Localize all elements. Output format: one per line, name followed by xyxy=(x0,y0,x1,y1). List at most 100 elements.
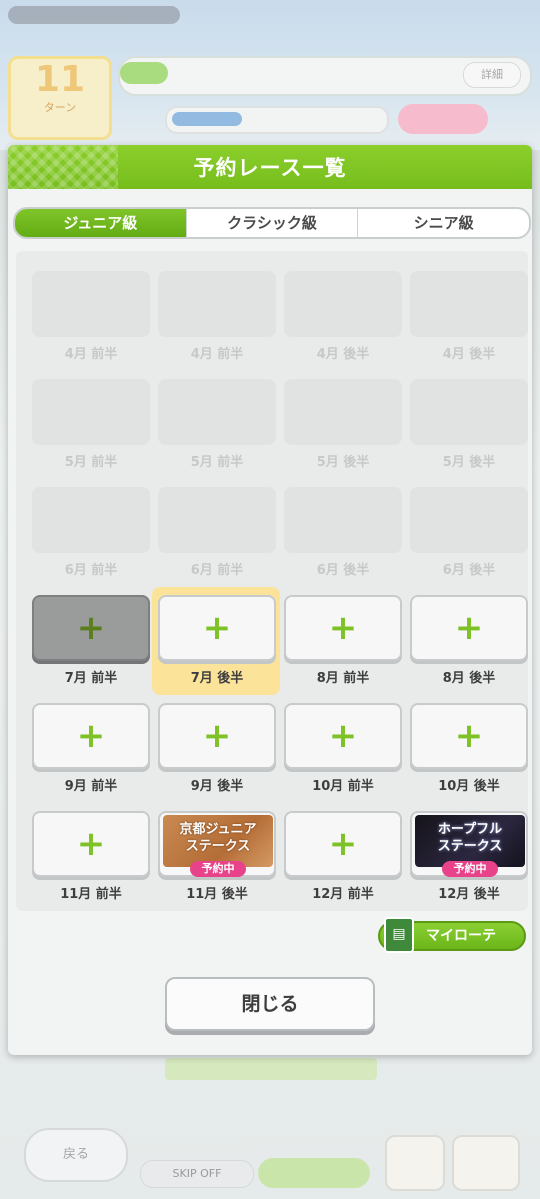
race-slot: 4月 後半 xyxy=(284,271,402,363)
plus-icon: + xyxy=(328,824,358,864)
slot-period-label: 5月 前半 xyxy=(64,455,118,470)
race-slot[interactable]: +9月 前半 xyxy=(32,703,150,795)
slot-period-label: 5月 後半 xyxy=(316,455,370,470)
add-race-slot[interactable]: + xyxy=(32,703,150,769)
slot-period-label: 8月 後半 xyxy=(442,671,496,686)
add-race-slot[interactable]: + xyxy=(284,811,402,877)
slot-period-label: 6月 前半 xyxy=(64,563,118,578)
race-slot[interactable]: 京都ジュニア ステークス 予約中 11月 後半 xyxy=(158,811,276,903)
race-slot: 6月 前半 xyxy=(158,487,276,579)
empty-slot xyxy=(410,379,528,445)
reserved-badge: 予約中 xyxy=(442,861,498,877)
race-slot: 6月 前半 xyxy=(32,487,150,579)
slot-period-label: 4月 後半 xyxy=(316,347,370,362)
race-slot: 4月 前半 xyxy=(158,271,276,363)
add-race-slot[interactable]: + xyxy=(284,595,402,661)
slot-period-label: 6月 後半 xyxy=(316,563,370,578)
empty-slot xyxy=(158,379,276,445)
race-banner: ホープフルステークス xyxy=(415,815,525,867)
empty-slot xyxy=(410,487,528,553)
empty-slot xyxy=(158,271,276,337)
plus-icon: + xyxy=(202,716,232,756)
plus-icon: + xyxy=(328,608,358,648)
plus-icon: + xyxy=(76,824,106,864)
reserved-badge: 予約中 xyxy=(190,861,246,877)
slot-period-label: 4月 前半 xyxy=(64,347,118,362)
slot-period-label: 6月 後半 xyxy=(442,563,496,578)
plus-icon: + xyxy=(76,716,106,756)
slot-period-label: 7月 前半 xyxy=(64,671,118,686)
race-slot[interactable]: +8月 前半 xyxy=(284,595,402,687)
empty-slot xyxy=(32,271,150,337)
race-slot[interactable]: +9月 後半 xyxy=(158,703,276,795)
dialog-header: 予約レース一覧 xyxy=(8,145,532,189)
race-slot-grid: 4月 前半 4月 前半 4月 後半 4月 後半 5月 前半 5月 前半 5月 後半 5月 後半… xyxy=(16,251,528,911)
empty-slot xyxy=(32,487,150,553)
race-slot[interactable]: +7月 前半 xyxy=(32,595,150,687)
add-race-slot[interactable]: + xyxy=(410,703,528,769)
race-slot[interactable]: +8月 後半 xyxy=(410,595,528,687)
add-race-slot[interactable]: + xyxy=(284,703,402,769)
race-slot: 5月 後半 xyxy=(410,379,528,471)
reserved-race-dialog: 予約レース一覧 ジュニア級 クラシック級 シニア級 4月 前半 4月 前半 4月 後… xyxy=(8,145,532,1055)
plus-icon: + xyxy=(202,608,232,648)
race-slot: 5月 前半 xyxy=(32,379,150,471)
slot-period-label: 12月 前半 xyxy=(312,887,374,902)
dialog-title: 予約レース一覧 xyxy=(193,156,347,180)
slot-period-label: 5月 前半 xyxy=(190,455,244,470)
race-banner-line-2: ステークス xyxy=(185,839,251,854)
slot-period-label: 9月 前半 xyxy=(64,779,118,794)
slot-period-label: 12月 後半 xyxy=(438,887,500,902)
slot-period-label: 9月 後半 xyxy=(190,779,244,794)
race-slot: 4月 後半 xyxy=(410,271,528,363)
empty-slot xyxy=(410,271,528,337)
grade-tabs: ジュニア級 クラシック級 シニア級 xyxy=(13,207,531,239)
slot-period-label: 4月 後半 xyxy=(442,347,496,362)
tab-junior[interactable]: ジュニア級 xyxy=(15,209,186,237)
slot-period-label: 10月 後半 xyxy=(438,779,500,794)
slot-period-label: 11月 前半 xyxy=(60,887,122,902)
race-slot[interactable]: ホープフルステークス予約中 12月 後半 xyxy=(410,811,528,903)
race-banner-line-1: 京都ジュニア xyxy=(179,822,257,837)
slot-period-label: 10月 前半 xyxy=(312,779,374,794)
slot-period-label: 5月 後半 xyxy=(442,455,496,470)
race-banner: 京都ジュニア ステークス xyxy=(163,815,273,867)
slot-period-label: 8月 前半 xyxy=(316,671,370,686)
slot-period-label: 7月 後半 xyxy=(190,671,244,686)
empty-slot xyxy=(284,379,402,445)
empty-slot xyxy=(32,379,150,445)
notebook-icon: ▤ xyxy=(384,917,414,953)
race-slot[interactable]: +12月 前半 xyxy=(284,811,402,903)
plus-icon: + xyxy=(328,716,358,756)
empty-slot xyxy=(158,487,276,553)
add-race-slot[interactable]: + xyxy=(410,595,528,661)
plus-icon: + xyxy=(454,716,484,756)
plus-icon: + xyxy=(454,608,484,648)
race-slot: 6月 後半 xyxy=(410,487,528,579)
add-race-slot[interactable]: + xyxy=(158,703,276,769)
plus-icon: + xyxy=(76,608,106,648)
empty-slot xyxy=(284,271,402,337)
race-banner-line-2: ステークス xyxy=(437,839,503,854)
add-race-slot[interactable]: + xyxy=(158,595,276,661)
add-race-slot[interactable]: + xyxy=(32,595,150,661)
race-slot[interactable]: +10月 後半 xyxy=(410,703,528,795)
race-slot: 5月 前半 xyxy=(158,379,276,471)
tab-classic[interactable]: クラシック級 xyxy=(185,209,358,237)
add-race-slot[interactable]: + xyxy=(32,811,150,877)
race-banner-line-1: ホープフル xyxy=(437,822,503,837)
close-button[interactable]: 閉じる xyxy=(165,977,375,1031)
race-banner-slot[interactable]: 京都ジュニア ステークス 予約中 xyxy=(158,811,276,877)
race-slot: 6月 後半 xyxy=(284,487,402,579)
race-slot: 4月 前半 xyxy=(32,271,150,363)
race-banner-slot[interactable]: ホープフルステークス予約中 xyxy=(410,811,528,877)
empty-slot xyxy=(284,487,402,553)
tab-senior[interactable]: シニア級 xyxy=(357,209,529,237)
slot-period-label: 11月 後半 xyxy=(186,887,248,902)
slot-period-label: 4月 前半 xyxy=(190,347,244,362)
race-slot[interactable]: +11月 前半 xyxy=(32,811,150,903)
race-slot: 5月 後半 xyxy=(284,379,402,471)
race-slot[interactable]: +10月 前半 xyxy=(284,703,402,795)
race-slot[interactable]: +7月 後半 xyxy=(152,587,280,695)
slot-period-label: 6月 前半 xyxy=(190,563,244,578)
